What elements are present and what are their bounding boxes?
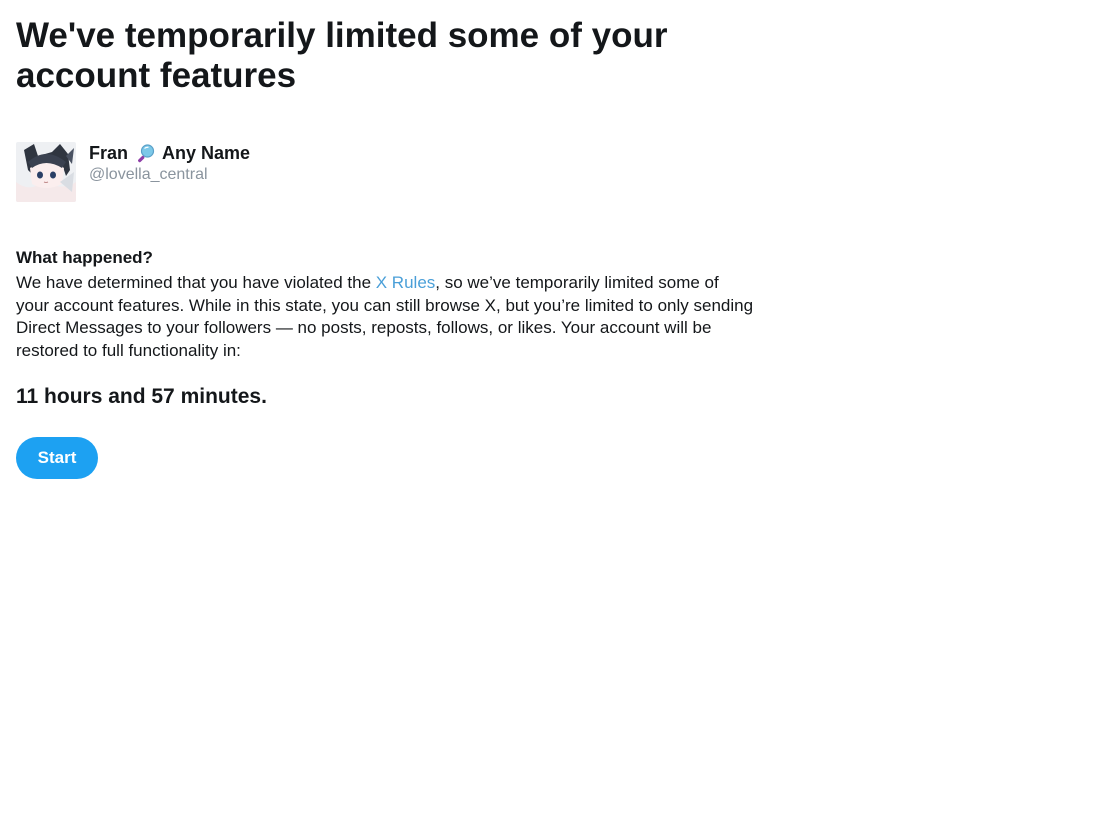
notice-text: We have determined that you have violate…: [16, 272, 756, 362]
avatar-image: [16, 142, 76, 202]
display-name: Fran Any Name: [89, 142, 250, 164]
x-rules-link[interactable]: X Rules: [376, 273, 436, 292]
magnifying-glass-icon: [135, 142, 157, 164]
profile-card: Fran Any Name @lovella_central: [16, 142, 250, 202]
start-button[interactable]: Start: [16, 437, 98, 479]
restriction-page: We've temporarily limited some of your a…: [0, 0, 1105, 837]
avatar: [16, 142, 76, 202]
user-handle: @lovella_central: [89, 166, 208, 183]
profile-text: Fran Any Name @lovella_central: [89, 142, 250, 185]
display-name-first: Fran: [89, 143, 129, 163]
restriction-countdown: 11 hours and 57 minutes.: [16, 385, 267, 408]
notice-text-before-link: We have determined that you have violate…: [16, 273, 376, 292]
what-happened-heading: What happened?: [16, 248, 153, 267]
page-title: We've temporarily limited some of your a…: [16, 16, 668, 95]
display-name-second: Any Name: [162, 143, 251, 163]
